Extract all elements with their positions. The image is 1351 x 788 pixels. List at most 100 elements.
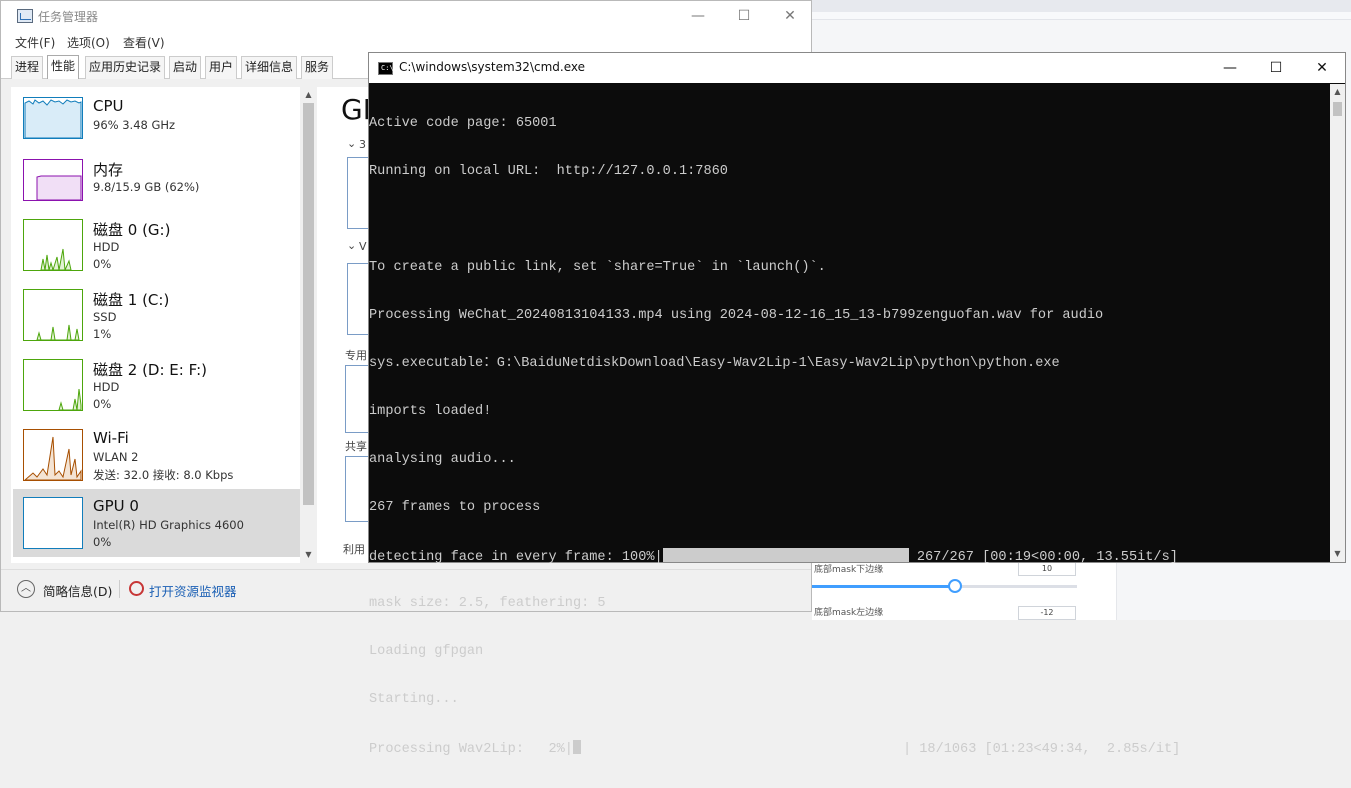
progress-prefix: detecting face in every frame: 100%|	[369, 550, 663, 565]
maximize-icon[interactable]: ☐	[1253, 53, 1299, 83]
resource-name: 磁盘 2 (D: E: F:)	[93, 361, 207, 379]
wav2lip-progress-bar	[572, 740, 581, 754]
resource-throughput: 发送: 32.0 接收: 8.0 Kbps	[93, 468, 234, 482]
resource-name: 内存	[93, 161, 124, 179]
collapse-icon[interactable]: ︿	[17, 580, 35, 598]
face-detection-progress-line: detecting face in every frame: 100%| 267…	[369, 548, 1329, 565]
minimize-icon[interactable]: —	[1207, 53, 1253, 83]
resource-adapter: WLAN 2	[93, 450, 139, 464]
resource-item-cpu[interactable]: CPU 96% 3.48 GHz	[13, 89, 301, 157]
background-app-toolbar	[812, 12, 1351, 20]
close-icon[interactable]: ✕	[1299, 53, 1345, 83]
tab-startup[interactable]: 启动	[169, 56, 202, 79]
footer-separator	[119, 580, 120, 598]
minimize-icon[interactable]: —	[675, 1, 721, 31]
gpu-engine-label: V	[359, 240, 367, 253]
console-line: analysing audio...	[369, 452, 516, 467]
task-manager-titlebar[interactable]: 任务管理器 — ☐ ✕	[1, 1, 811, 31]
console-line: To create a public link, set `share=True…	[369, 260, 826, 275]
disk0-graph	[23, 219, 83, 271]
tab-performance[interactable]: 性能	[47, 55, 80, 79]
tab-services[interactable]: 服务	[301, 56, 334, 79]
resource-usage: 1%	[93, 327, 112, 341]
console-line: Running on local URL: http://127.0.0.1:7…	[369, 164, 728, 179]
wav2lip-progress-line: Processing Wav2Lip: 2%| | 18/1063 [01:23<…	[369, 740, 1329, 757]
tab-app-history[interactable]: 应用历史记录	[85, 56, 166, 79]
scroll-down-icon[interactable]: ▼	[300, 547, 317, 563]
resource-list-scrollbar[interactable]: ▲ ▼	[300, 87, 317, 563]
resource-item-disk2[interactable]: 磁盘 2 (D: E: F:) HDD 0%	[13, 351, 301, 419]
scroll-down-icon[interactable]: ▼	[1330, 546, 1345, 562]
console-line: 267 frames to process	[369, 500, 541, 515]
tab-processes[interactable]: 进程	[11, 56, 44, 79]
cmd-title: C:\windows\system32\cmd.exe	[399, 60, 585, 74]
cmd-titlebar[interactable]: C:\ C:\windows\system32\cmd.exe — ☐ ✕	[369, 53, 1345, 83]
chevron-down-icon[interactable]: ⌄	[347, 239, 356, 252]
gpu-engine-label: 3	[359, 138, 366, 151]
disk1-graph	[23, 289, 83, 341]
resource-usage: 0%	[93, 257, 112, 271]
scroll-thumb[interactable]	[303, 103, 314, 505]
cmd-icon: C:\	[378, 62, 394, 75]
close-icon[interactable]: ✕	[767, 1, 813, 31]
wifi-graph	[23, 429, 83, 481]
console-line: Processing WeChat_20240813104133.mp4 usi…	[369, 308, 1104, 323]
resource-item-disk1[interactable]: 磁盘 1 (C:) SSD 1%	[13, 281, 301, 349]
fewer-details-link[interactable]: 简略信息(D)	[43, 581, 112, 600]
resource-monitor-icon	[129, 581, 144, 596]
menu-options[interactable]: 选项(O)	[67, 34, 110, 51]
task-manager-icon	[17, 9, 33, 23]
resource-name: GPU 0	[93, 497, 139, 515]
resource-type: HDD	[93, 240, 120, 254]
progress-suffix: | 18/1063 [01:23<49:34, 2.85s/it]	[902, 742, 1181, 757]
dedicated-memory-label: 专用	[345, 349, 367, 362]
face-detection-progress-bar	[662, 548, 909, 562]
resource-type: HDD	[93, 380, 120, 394]
resource-list: CPU 96% 3.48 GHz 内存 9.8/15.9 GB (62%) 磁盘…	[11, 87, 319, 563]
scroll-thumb[interactable]	[1333, 102, 1342, 116]
resource-type: SSD	[93, 310, 117, 324]
chevron-down-icon[interactable]: ⌄	[347, 137, 356, 150]
open-resource-monitor-link[interactable]: 打开资源监视器	[149, 581, 237, 600]
resource-name: 磁盘 1 (C:)	[93, 291, 170, 309]
resource-usage: 0%	[93, 397, 112, 411]
tab-details[interactable]: 详细信息	[241, 56, 298, 79]
cmd-scrollbar[interactable]: ▲ ▼	[1330, 84, 1345, 562]
background-app-header	[812, 0, 1351, 12]
menu-view[interactable]: 查看(V)	[123, 34, 165, 51]
resource-name: 磁盘 0 (G:)	[93, 221, 171, 239]
console-line: mask size: 2.5, feathering: 5	[369, 596, 606, 611]
console-line: Loading gfpgan	[369, 644, 484, 659]
resource-model: Intel(R) HD Graphics 4600	[93, 518, 244, 532]
resource-item-memory[interactable]: 内存 9.8/15.9 GB (62%)	[13, 151, 301, 219]
console-output[interactable]: Active code page: 65001 Running on local…	[369, 84, 1329, 757]
shared-memory-label: 共享	[345, 440, 367, 453]
resource-usage: 0%	[93, 535, 112, 549]
scroll-up-icon[interactable]: ▲	[300, 87, 317, 103]
resource-detail: 96% 3.48 GHz	[93, 118, 176, 132]
menu-file[interactable]: 文件(F)	[15, 34, 55, 51]
memory-graph	[23, 159, 83, 201]
resource-name: CPU	[93, 97, 124, 115]
gpu-detail-title: GI	[341, 93, 371, 126]
resource-item-disk0[interactable]: 磁盘 0 (G:) HDD 0%	[13, 211, 301, 279]
menu-bar: 文件(F) 选项(O) 查看(V)	[1, 31, 811, 53]
cpu-graph	[23, 97, 83, 139]
resource-item-gpu[interactable]: GPU 0 Intel(R) HD Graphics 4600 0%	[13, 489, 301, 557]
tab-users[interactable]: 用户	[205, 56, 238, 79]
progress-suffix: 267/267 [00:19<00:00, 13.55it/s]	[908, 550, 1178, 565]
resource-detail: 9.8/15.9 GB (62%)	[93, 180, 200, 194]
scroll-up-icon[interactable]: ▲	[1330, 84, 1345, 100]
console-line: Starting...	[369, 692, 459, 707]
maximize-icon[interactable]: ☐	[721, 1, 767, 31]
resource-item-wifi[interactable]: Wi-Fi WLAN 2 发送: 32.0 接收: 8.0 Kbps	[13, 421, 301, 489]
task-manager-title: 任务管理器	[38, 10, 99, 24]
disk2-graph	[23, 359, 83, 411]
progress-prefix: Processing Wav2Lip: 2%|	[369, 742, 573, 757]
console-line: imports loaded!	[369, 404, 492, 419]
resource-name: Wi-Fi	[93, 429, 129, 447]
gpu-graph	[23, 497, 83, 549]
console-line: Active code page: 65001	[369, 116, 557, 131]
utilization-label: 利用	[343, 543, 365, 556]
